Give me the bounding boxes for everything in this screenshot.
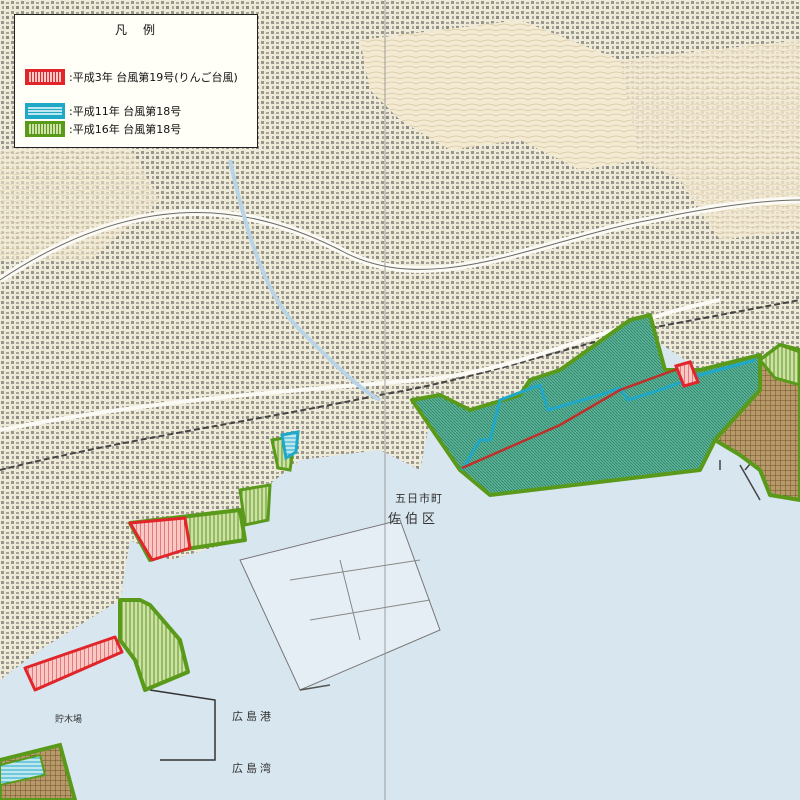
legend-item-h16: :平成16年 台風第18号 (25, 119, 181, 139)
map-label-port-upper: 広島港 (232, 710, 274, 723)
legend-label-h11: :平成11年 台風第18号 (69, 105, 182, 118)
legend-swatch-red (25, 69, 65, 85)
map-label-town: 五日市町 (395, 492, 443, 505)
legend-label-h3: :平成3年 台風第19号(りんご台風) (69, 71, 238, 84)
map-label-port-lower: 広島湾 (232, 762, 274, 775)
flood-area-h16-pier[interactable] (238, 483, 272, 527)
legend-title: 凡 例 (114, 23, 157, 37)
legend-swatch-green (25, 121, 65, 137)
map-legend: 凡 例 :平成3年 台風第19号(りんご台風) :平成11年 台風第18号 :平… (14, 14, 258, 148)
legend-label-h16: :平成16年 台風第18号 (69, 123, 182, 136)
legend-swatch-blue (25, 103, 65, 119)
legend-item-h3: :平成3年 台風第19号(りんご台風) (25, 67, 238, 87)
legend-item-h11: :平成11年 台風第18号 (25, 101, 181, 121)
map-label-ward: 佐伯区 (388, 512, 440, 527)
map-label-timber-yard: 貯木場 (55, 715, 83, 725)
